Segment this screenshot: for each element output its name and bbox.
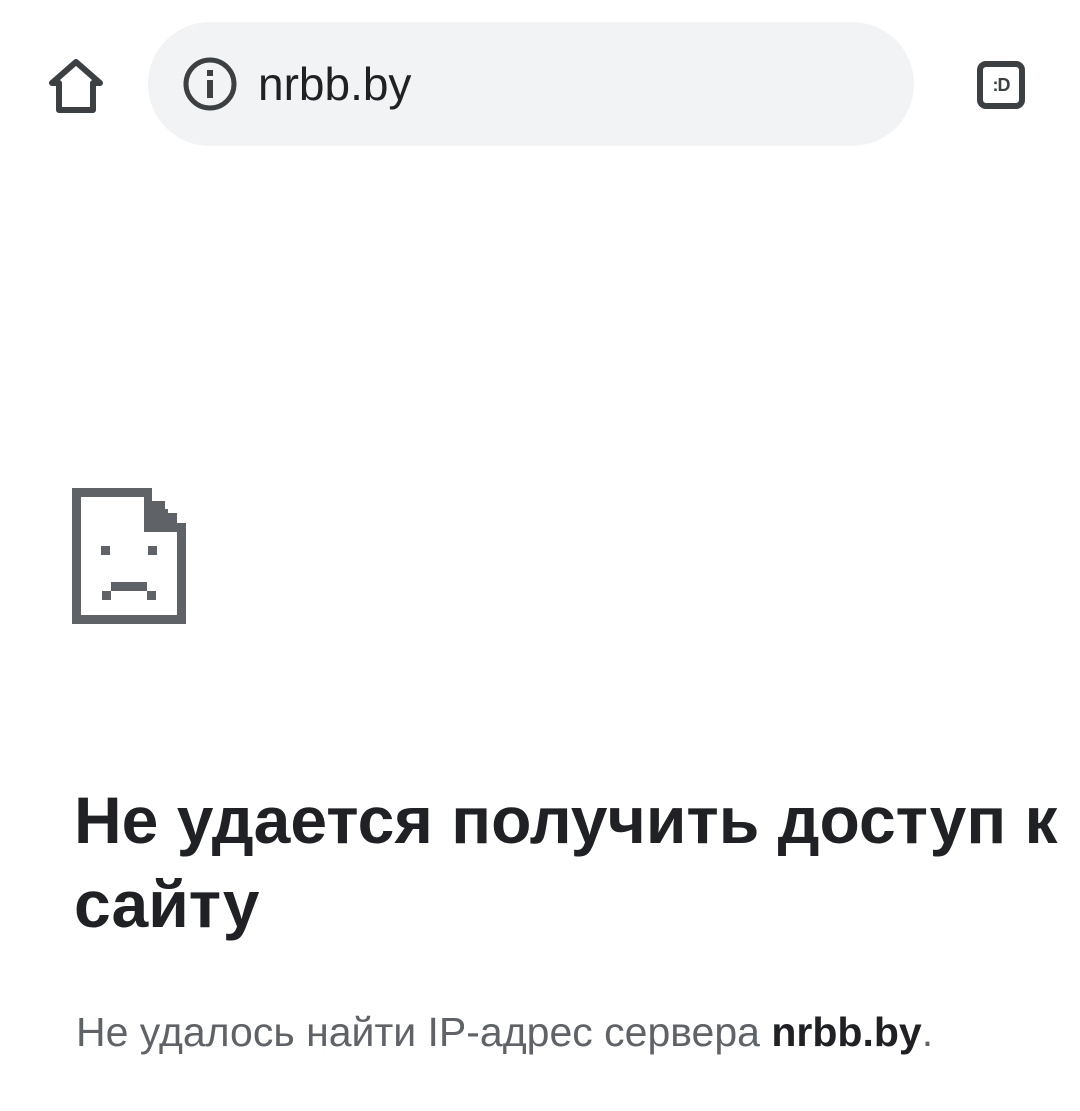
home-button[interactable] <box>38 48 114 124</box>
tab-switcher-label: :D <box>992 74 1011 95</box>
address-bar[interactable]: nrbb.by <box>148 22 914 146</box>
error-description-period: . <box>921 1009 934 1055</box>
error-description: Не удалось найти IP-адрес сервера nrbb.b… <box>76 1004 1066 1060</box>
sad-page-icon <box>72 488 186 624</box>
info-icon <box>183 57 237 111</box>
home-icon <box>49 59 103 113</box>
browser-toolbar: nrbb.by :D <box>0 0 1080 170</box>
error-description-host: nrbb.by <box>771 1009 922 1055</box>
site-info-button[interactable] <box>180 54 240 114</box>
tab-switcher-button[interactable]: :D <box>966 50 1036 120</box>
tab-switcher-icon: :D <box>977 61 1025 109</box>
error-title: Не удается получить доступ к сайту <box>74 783 1058 941</box>
error-description-text: Не удалось найти IP-адрес сервера <box>76 1009 772 1055</box>
url-text[interactable]: nrbb.by <box>258 22 411 146</box>
